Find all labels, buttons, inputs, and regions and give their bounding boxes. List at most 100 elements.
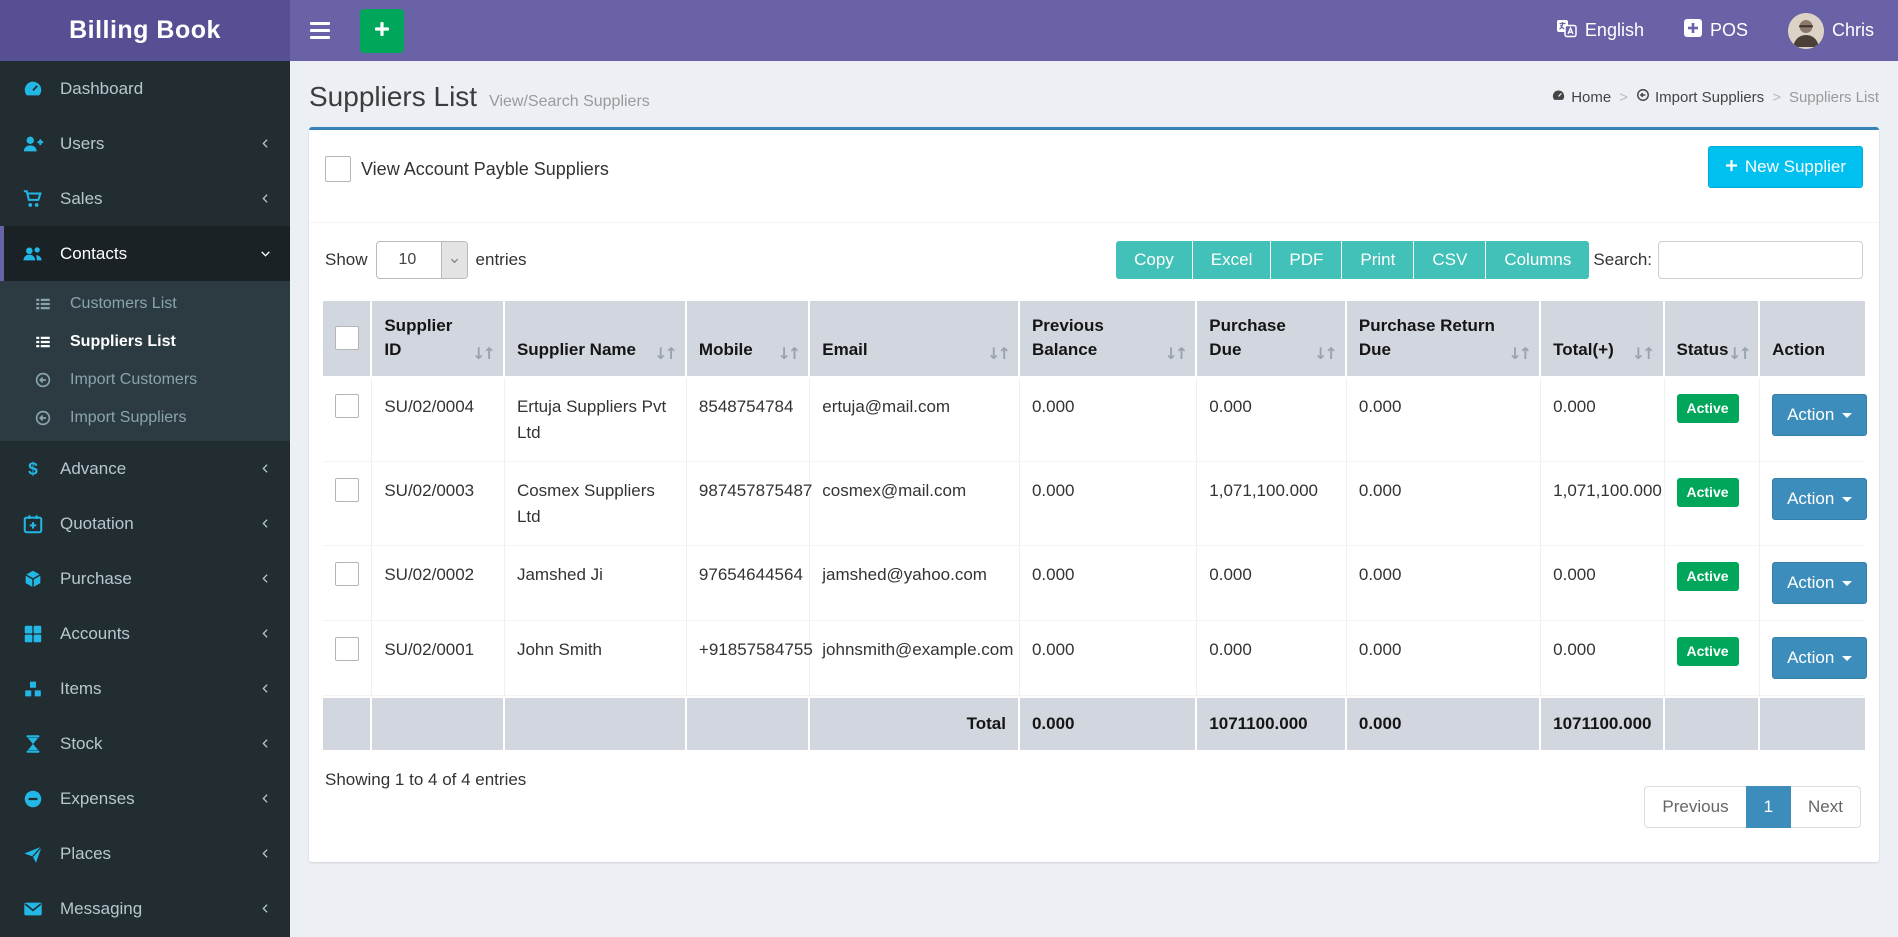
select-all-checkbox[interactable] bbox=[335, 326, 359, 350]
entries-select[interactable]: 10 bbox=[375, 241, 468, 279]
sidebar-item-label: Expenses bbox=[60, 788, 135, 808]
language-menu[interactable]: English bbox=[1556, 19, 1644, 43]
sidebar-item-label: Advance bbox=[60, 458, 127, 478]
column-header-status[interactable]: Status ↓↑ bbox=[1664, 301, 1761, 378]
sidebar-item-suppliers-list[interactable]: Suppliers List bbox=[0, 323, 290, 361]
breadcrumb-separator: > bbox=[1619, 88, 1628, 106]
excel-button[interactable]: Excel bbox=[1192, 241, 1272, 279]
csv-button[interactable]: CSV bbox=[1414, 241, 1487, 279]
chevron-left-icon bbox=[259, 847, 272, 860]
action-button[interactable]: Action bbox=[1772, 637, 1868, 679]
chevron-left-icon bbox=[259, 192, 272, 205]
sidebar-item-label: Stock bbox=[60, 733, 103, 753]
user-menu[interactable]: Chris bbox=[1787, 12, 1874, 49]
sidebar-item-import-suppliers[interactable]: Import Suppliers bbox=[0, 399, 290, 437]
cell-mobile: 97654644564 bbox=[686, 546, 811, 621]
sort-icon[interactable]: ↓↑ bbox=[1628, 344, 1656, 363]
sort-icon[interactable]: ↓↑ bbox=[1160, 344, 1188, 363]
copy-button[interactable]: Copy bbox=[1116, 241, 1193, 279]
content-header: Suppliers List View/Search Suppliers Hom… bbox=[290, 61, 1898, 127]
sidebar-item-contacts[interactable]: Contacts bbox=[0, 226, 290, 281]
cell-purchase-due: 0.000 bbox=[1197, 546, 1347, 621]
action-button[interactable]: Action bbox=[1772, 478, 1868, 520]
search-input[interactable] bbox=[1658, 241, 1863, 279]
sidebar-item-sales[interactable]: Sales bbox=[0, 171, 290, 226]
sidebar-item-label: Import Customers bbox=[70, 371, 198, 388]
next-page-button[interactable]: Next bbox=[1791, 785, 1861, 828]
caret-down-icon bbox=[1842, 580, 1853, 586]
table-row: SU/02/0001 John Smith +91857584755 johns… bbox=[323, 621, 1868, 696]
sidebar-item-messaging[interactable]: Messaging bbox=[0, 881, 290, 936]
row-checkbox[interactable] bbox=[335, 394, 359, 418]
show-label: Show bbox=[325, 250, 368, 269]
sort-icon[interactable]: ↓↑ bbox=[773, 344, 801, 363]
new-supplier-button[interactable]: New Supplier bbox=[1707, 146, 1863, 188]
row-checkbox[interactable] bbox=[335, 478, 359, 502]
sidebar-item-purchase[interactable]: Purchase bbox=[0, 551, 290, 606]
sort-icon[interactable]: ↓↑ bbox=[1504, 344, 1532, 363]
column-header-mobile[interactable]: Mobile ↓↑ bbox=[686, 301, 811, 378]
breadcrumb-import-suppliers[interactable]: Import Suppliers bbox=[1636, 88, 1764, 106]
sidebar-toggle-icon[interactable] bbox=[306, 11, 346, 51]
cell-purchase-return-due: 0.000 bbox=[1346, 546, 1542, 621]
sidebar-item-places[interactable]: Places bbox=[0, 826, 290, 881]
pos-button[interactable]: POS bbox=[1683, 19, 1748, 42]
cell-total: 0.000 bbox=[1541, 546, 1665, 621]
column-header-supplier-name[interactable]: Supplier Name ↓↑ bbox=[504, 301, 687, 378]
view-account-payable-checkbox[interactable] bbox=[325, 156, 351, 182]
cell-supplier-id: SU/02/0002 bbox=[372, 546, 505, 621]
footer-total: 1071100.000 bbox=[1541, 696, 1665, 750]
breadcrumb-home[interactable]: Home bbox=[1551, 88, 1611, 107]
sidebar-item-advance[interactable]: $ Advance bbox=[0, 441, 290, 496]
status-badge: Active bbox=[1676, 478, 1739, 507]
sidebar-item-dashboard[interactable]: Dashboard bbox=[0, 61, 290, 116]
column-header-email[interactable]: Email ↓↑ bbox=[810, 301, 1020, 378]
sort-icon[interactable]: ↓↑ bbox=[983, 344, 1011, 363]
column-header-purchase-due[interactable]: Purchase Due ↓↑ bbox=[1197, 301, 1347, 378]
table-row: SU/02/0003 Cosmex Suppliers Ltd 98745787… bbox=[323, 462, 1868, 546]
sidebar-item-import-customers[interactable]: Import Customers bbox=[0, 361, 290, 399]
action-button[interactable]: Action bbox=[1772, 562, 1868, 604]
column-header-total[interactable]: Total(+) ↓↑ bbox=[1541, 301, 1665, 378]
sidebar-item-accounts[interactable]: Accounts bbox=[0, 606, 290, 661]
box-header: View Account Payble Suppliers New Suppli… bbox=[309, 130, 1879, 223]
sidebar-item-items[interactable]: Items bbox=[0, 661, 290, 716]
sort-icon[interactable]: ↓↑ bbox=[468, 344, 496, 363]
sort-icon[interactable]: ↓↑ bbox=[1310, 344, 1338, 363]
entries-label: entries bbox=[475, 250, 527, 269]
chevron-down-icon bbox=[440, 242, 467, 278]
sidebar-item-users[interactable]: Users bbox=[0, 116, 290, 171]
action-button[interactable]: Action bbox=[1772, 394, 1868, 436]
breadcrumb-current: Suppliers List bbox=[1788, 88, 1879, 106]
column-header-previous-balance[interactable]: Previous Balance ↓↑ bbox=[1019, 301, 1198, 378]
page-1-button[interactable]: 1 bbox=[1745, 785, 1792, 828]
previous-page-button[interactable]: Previous bbox=[1644, 785, 1746, 828]
sidebar-item-stock[interactable]: Stock bbox=[0, 716, 290, 771]
columns-button[interactable]: Columns bbox=[1486, 241, 1590, 279]
column-header-purchase-return-due[interactable]: Purchase Return Due ↓↑ bbox=[1346, 301, 1542, 378]
footer-purchase-return-due: 0.000 bbox=[1346, 696, 1542, 750]
row-checkbox[interactable] bbox=[335, 562, 359, 586]
sidebar-item-customers-list[interactable]: Customers List bbox=[0, 285, 290, 323]
contacts-icon bbox=[20, 243, 46, 265]
sort-icon[interactable]: ↓↑ bbox=[650, 344, 678, 363]
sort-icon[interactable]: ↓↑ bbox=[1724, 344, 1752, 363]
app-logo[interactable]: Billing Book bbox=[0, 0, 290, 61]
pdf-button[interactable]: PDF bbox=[1271, 241, 1343, 279]
box-body: Show 10 entries Copy Excel PDF Print CSV… bbox=[309, 241, 1879, 832]
cell-purchase-due: 1,071,100.000 bbox=[1197, 462, 1347, 546]
cell-supplier-name: Ertuja Suppliers Pvt Ltd bbox=[504, 378, 687, 462]
sidebar-item-expenses[interactable]: Expenses bbox=[0, 771, 290, 826]
print-button[interactable]: Print bbox=[1342, 241, 1415, 279]
sidebar-item-label: Users bbox=[60, 133, 105, 153]
row-checkbox[interactable] bbox=[335, 637, 359, 661]
column-header-supplier-id[interactable]: Supplier ID ↓↑ bbox=[372, 301, 505, 378]
chevron-left-icon bbox=[259, 572, 272, 585]
quick-add-button[interactable] bbox=[360, 8, 404, 53]
plus-icon bbox=[1725, 157, 1738, 177]
cell-purchase-return-due: 0.000 bbox=[1346, 462, 1542, 546]
sidebar-item-quotation[interactable]: Quotation bbox=[0, 496, 290, 551]
dashboard-icon bbox=[20, 78, 46, 100]
chevron-left-icon bbox=[259, 137, 272, 150]
breadcrumb: Home > Import Suppliers > Suppliers List bbox=[1551, 88, 1879, 107]
